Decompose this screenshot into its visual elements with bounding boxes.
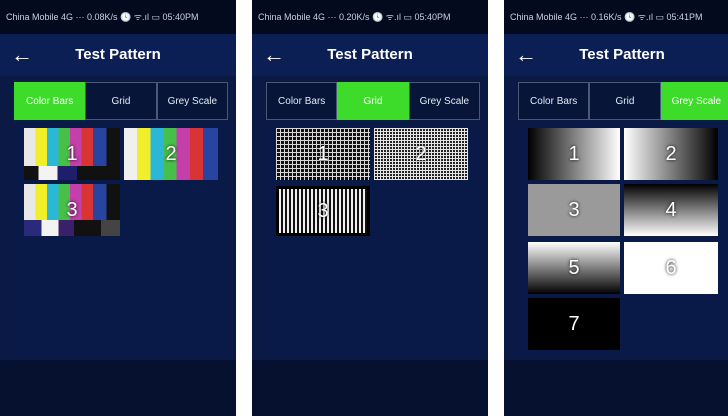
pattern-thumb[interactable]: 2 <box>124 128 218 180</box>
page-title: Test Pattern <box>75 46 161 63</box>
pattern-number: 2 <box>415 142 427 165</box>
tab-grid[interactable]: Grid <box>85 82 157 120</box>
tab-color-bars[interactable]: Color Bars <box>14 82 86 120</box>
pattern-thumb[interactable]: 1 <box>528 128 620 180</box>
tab-grid[interactable]: Grid <box>589 82 661 120</box>
screen-grid: China Mobile 4G ··· 0.20K/s 🕓 ᯤ.ıl ▭ 05:… <box>252 0 488 416</box>
pattern-number: 1 <box>317 142 329 165</box>
pattern-number: 4 <box>665 198 677 221</box>
pattern-thumb[interactable]: 3 <box>24 184 120 236</box>
pattern-thumb[interactable]: 2 <box>624 128 718 180</box>
pattern-thumb[interactable]: 5 <box>528 242 620 294</box>
tab-bar: Color Bars Grid Grey Scale <box>266 82 480 120</box>
tab-grey-scale[interactable]: Grey Scale <box>156 82 228 120</box>
screen-grey-scale: China Mobile 4G ··· 0.16K/s 🕓 ᯤ.ıl ▭ 05:… <box>504 0 728 416</box>
tab-grey-scale[interactable]: Grey Scale <box>660 82 728 120</box>
pattern-number: 7 <box>568 312 580 335</box>
pattern-number: 1 <box>568 142 580 165</box>
pattern-thumb[interactable]: 1 <box>24 128 120 180</box>
pattern-number: 2 <box>665 142 677 165</box>
page-title: Test Pattern <box>579 46 665 63</box>
tab-grid[interactable]: Grid <box>337 82 409 120</box>
status-bar: China Mobile 4G ··· 0.16K/s 🕓 ᯤ.ıl ▭ 05:… <box>504 0 728 34</box>
pattern-thumb[interactable]: 6 <box>624 242 718 294</box>
tab-color-bars[interactable]: Color Bars <box>266 82 338 120</box>
pattern-thumb[interactable]: 7 <box>528 298 620 350</box>
pattern-grid: 1 2 3 4 5 6 7 <box>518 124 728 358</box>
pattern-number: 3 <box>317 199 329 222</box>
status-bar: China Mobile 4G ··· 0.20K/s 🕓 ᯤ.ıl ▭ 05:… <box>252 0 488 34</box>
bottom-area <box>504 360 728 416</box>
pattern-number: 2 <box>165 142 177 165</box>
pattern-number: 1 <box>66 142 78 165</box>
pattern-thumb[interactable]: 3 <box>528 184 620 236</box>
app-bar: ← Test Pattern <box>252 34 488 76</box>
tab-bar: Color Bars Grid Grey Scale <box>14 82 228 120</box>
app-bar: ← Test Pattern <box>0 34 236 76</box>
status-bar: China Mobile 4G ··· 0.08K/s 🕓 ᯤ.ıl ▭ 05:… <box>0 0 236 34</box>
tab-color-bars[interactable]: Color Bars <box>518 82 590 120</box>
tab-bar: Color Bars Grid Grey Scale <box>518 82 728 120</box>
bottom-area <box>0 360 236 416</box>
app-bar: ← Test Pattern <box>504 34 728 76</box>
pattern-thumb[interactable]: 4 <box>624 184 718 236</box>
pattern-thumb[interactable]: 3 <box>276 186 370 236</box>
pattern-number: 6 <box>665 256 677 279</box>
pattern-number: 3 <box>66 198 78 221</box>
pattern-grid: 1 2 3 <box>266 124 480 358</box>
bottom-area <box>252 360 488 416</box>
pattern-number: 3 <box>568 198 580 221</box>
screen-color-bars: China Mobile 4G ··· 0.08K/s 🕓 ᯤ.ıl ▭ 05:… <box>0 0 236 416</box>
pattern-thumb[interactable]: 1 <box>276 128 370 180</box>
pattern-grid: 1 2 3 <box>14 124 228 358</box>
tab-grey-scale[interactable]: Grey Scale <box>408 82 480 120</box>
page-title: Test Pattern <box>327 46 413 63</box>
pattern-thumb[interactable]: 2 <box>374 128 468 180</box>
pattern-number: 5 <box>568 256 580 279</box>
